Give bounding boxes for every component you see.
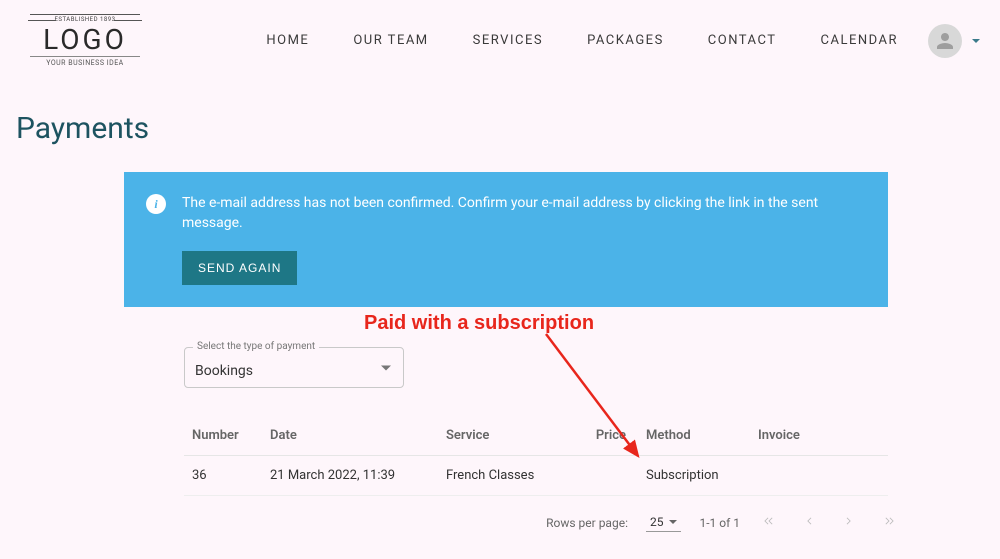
col-header-price: Price (580, 428, 646, 443)
cell-method: Subscription (646, 468, 758, 483)
pagination-range: 1-1 of 1 (699, 516, 740, 530)
cell-date: 21 March 2022, 11:39 (270, 468, 446, 483)
first-page-button[interactable] (758, 510, 780, 535)
logo-text: LOGO (43, 26, 127, 54)
last-page-button[interactable] (878, 510, 900, 535)
info-icon: i (146, 194, 166, 214)
table-header-row: Number Date Service Price Method Invoice (184, 416, 888, 456)
chevron-right-icon (842, 514, 856, 528)
main-content: i The e-mail address has not been confir… (0, 172, 1000, 535)
user-icon (933, 29, 957, 53)
payment-type-label: Select the type of payment (193, 341, 319, 352)
chevron-left-icon (802, 514, 816, 528)
user-menu[interactable] (928, 24, 980, 58)
rows-per-page-label: Rows per page: (546, 516, 628, 530)
nav-services[interactable]: SERVICES (473, 33, 543, 48)
main-nav: HOME OUR TEAM SERVICES PACKAGES CONTACT … (266, 33, 898, 48)
col-header-date: Date (270, 428, 446, 443)
cell-number: 36 (192, 468, 270, 483)
payment-type-select[interactable]: Select the type of payment Bookings (184, 347, 404, 388)
header: ESTABLISHED 1893 LOGO YOUR BUSINESS IDEA… (0, 0, 1000, 81)
col-header-number: Number (192, 428, 270, 443)
email-confirmation-alert: i The e-mail address has not been confir… (124, 172, 888, 307)
col-header-service: Service (446, 428, 580, 443)
avatar (928, 24, 962, 58)
alert-body: The e-mail address has not been confirme… (182, 194, 862, 285)
payments-table: Number Date Service Price Method Invoice… (184, 416, 888, 496)
logo-established: ESTABLISHED 1893 (30, 14, 140, 24)
nav-our-team[interactable]: OUR TEAM (353, 33, 428, 48)
chevron-down-icon (381, 365, 391, 370)
rows-per-page-select[interactable]: 25 (646, 513, 682, 532)
chevron-double-right-icon (882, 514, 896, 528)
nav-home[interactable]: HOME (266, 33, 309, 48)
chevron-down-icon (972, 39, 980, 43)
nav-contact[interactable]: CONTACT (708, 33, 777, 48)
alert-text: The e-mail address has not been confirme… (182, 194, 862, 233)
page-title: Payments (0, 81, 1000, 172)
chevron-down-icon (669, 520, 677, 524)
cell-service: French Classes (446, 468, 580, 483)
send-again-button[interactable]: SEND AGAIN (182, 251, 297, 285)
nav-packages[interactable]: PACKAGES (587, 33, 664, 48)
prev-page-button[interactable] (798, 510, 820, 535)
table-row[interactable]: 36 21 March 2022, 11:39 French Classes S… (184, 456, 888, 496)
pagination: Rows per page: 25 1-1 of 1 (0, 510, 900, 535)
chevron-double-left-icon (762, 514, 776, 528)
nav-calendar[interactable]: CALENDAR (821, 33, 899, 48)
col-header-method: Method (646, 428, 758, 443)
annotation-text: Paid with a subscription (364, 312, 594, 335)
payment-type-value: Bookings (195, 363, 253, 379)
logo[interactable]: ESTABLISHED 1893 LOGO YOUR BUSINESS IDEA (30, 14, 140, 67)
next-page-button[interactable] (838, 510, 860, 535)
rows-per-page-value: 25 (650, 515, 664, 529)
col-header-invoice: Invoice (758, 428, 838, 443)
logo-tagline: YOUR BUSINESS IDEA (30, 56, 140, 67)
